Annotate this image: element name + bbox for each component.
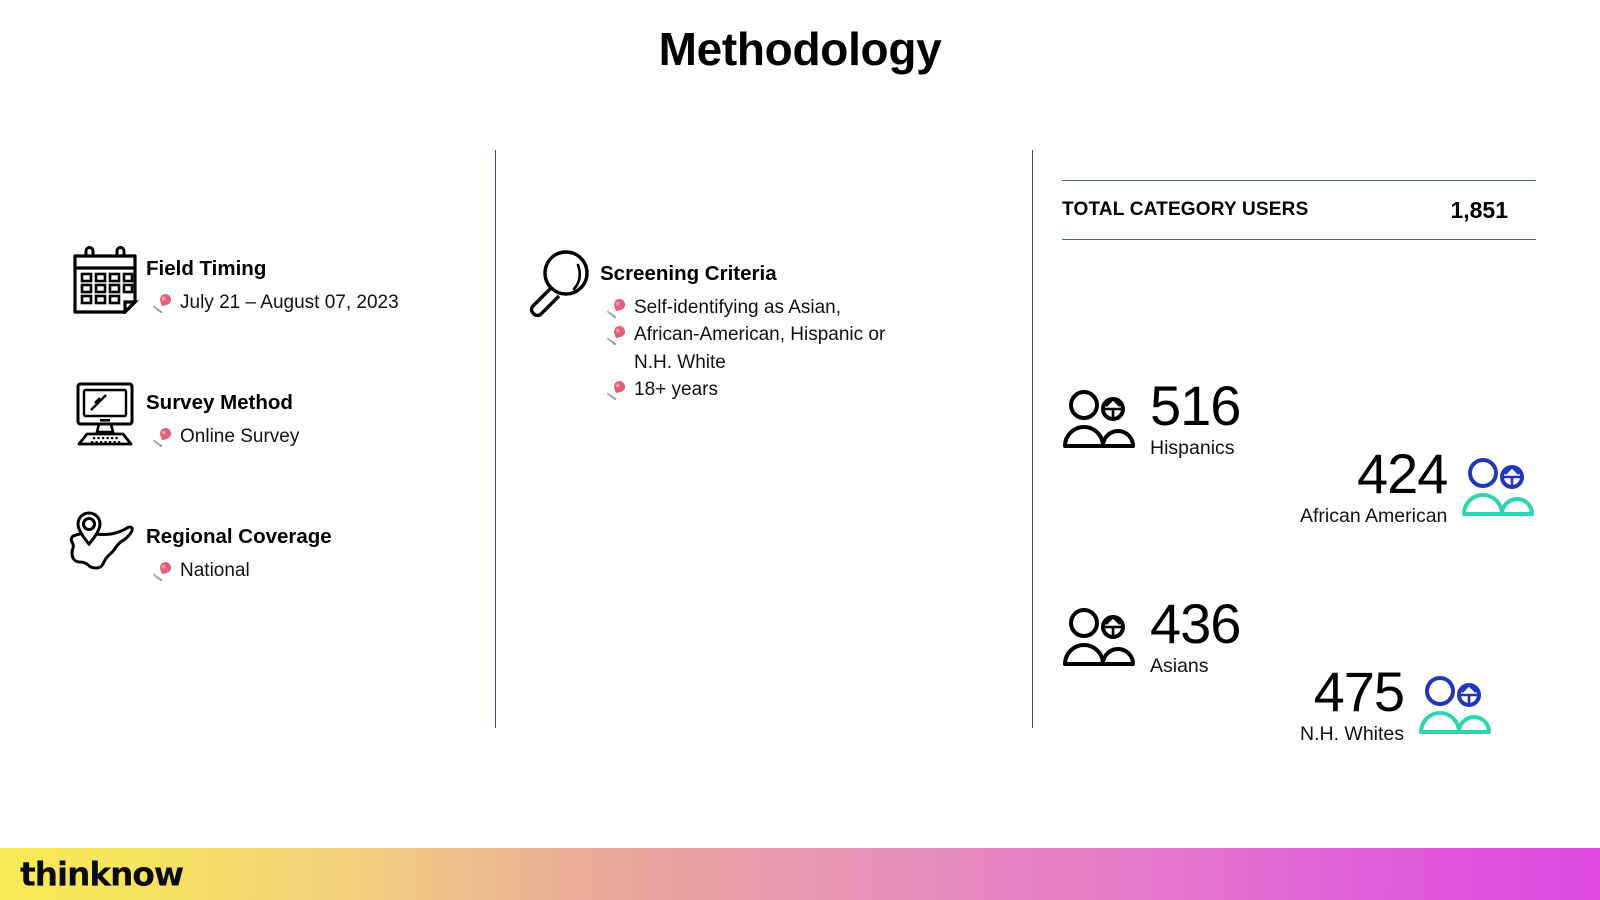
desktop-computer-icon [64, 374, 146, 448]
stat-value: 424 [1356, 442, 1448, 505]
bullet-text: Self-identifying as Asian, [634, 296, 842, 318]
feature-regional-coverage: Regional Coverage National [64, 508, 484, 584]
stat-african-american: 424 African American [1300, 446, 1539, 528]
feature-survey-method: Survey Method Online Survey [64, 374, 484, 450]
feature-body: Survey Method Online Survey [146, 374, 299, 450]
pushpin-icon [600, 376, 634, 404]
people-icon-colored [1461, 446, 1539, 523]
bullet-item-continuation: N.H. White [600, 349, 885, 377]
pushpin-icon [146, 423, 180, 451]
bullet-item: National [146, 557, 332, 585]
thinknow-logo: thinknow [20, 854, 184, 894]
bullet-text: National [180, 559, 250, 581]
calendar-icon [64, 240, 146, 314]
feature-screening-criteria: Screening Criteria Self-identifying as A… [518, 245, 978, 404]
usa-map-pin-icon [64, 508, 146, 578]
people-icon [1062, 596, 1140, 673]
stat-value: 475 [1313, 660, 1405, 723]
slide-methodology: Methodology Field Timing July 21 – Augus… [0, 0, 1600, 900]
column-divider-left [495, 150, 496, 728]
feature-body: Screening Criteria Self-identifying as A… [600, 245, 885, 404]
pushpin-icon [600, 321, 634, 349]
bullet-text: African-American, Hispanic or [634, 324, 886, 346]
stat-body: 436 Asians [1140, 592, 1241, 678]
stat-label: N.H. Whites [1300, 723, 1405, 745]
stat-value: 516 [1150, 374, 1241, 437]
bullet-text: Online Survey [180, 425, 300, 447]
column-divider-right [1032, 150, 1033, 728]
feature-heading: Survey Method [146, 391, 293, 415]
stat-body: 424 African American [1300, 446, 1461, 528]
left-column: Field Timing July 21 – August 07, 2023 S… [64, 240, 484, 642]
stat-asians: 436 Asians [1062, 592, 1241, 678]
middle-column: Screening Criteria Self-identifying as A… [518, 245, 978, 462]
feature-heading: Screening Criteria [600, 262, 777, 285]
footer-gradient-bar: thinknow [0, 848, 1600, 900]
people-icon [1062, 378, 1140, 455]
feature-heading: Regional Coverage [146, 525, 332, 549]
bullet-item: Self-identifying as Asian, [600, 294, 885, 322]
bullet-text: N.H. White [634, 351, 726, 373]
bullet-text: July 21 – August 07, 2023 [180, 291, 399, 313]
stat-body: 475 N.H. Whites [1300, 664, 1418, 746]
stat-value: 436 [1150, 592, 1241, 655]
pushpin-icon [146, 557, 180, 585]
people-icon-colored [1418, 664, 1496, 741]
stat-label: Asians [1150, 655, 1209, 677]
page-title: Methodology [658, 23, 942, 75]
feature-field-timing: Field Timing July 21 – August 07, 2023 [64, 240, 484, 316]
bullet-item: July 21 – August 07, 2023 [146, 289, 399, 317]
bullet-text: 18+ years [634, 379, 718, 401]
feature-body: Regional Coverage National [146, 508, 332, 584]
right-column: TOTAL CATEGORY USERS 1,851 516 Hispanics… [1062, 180, 1562, 745]
stat-label: Hispanics [1150, 437, 1235, 459]
magnifying-glass-icon [518, 245, 600, 319]
feature-body: Field Timing July 21 – August 07, 2023 [146, 240, 399, 316]
total-rule-bottom [1062, 239, 1536, 240]
bullet-item: 18+ years [600, 376, 885, 404]
stat-body: 516 Hispanics [1140, 374, 1241, 460]
total-label: TOTAL CATEGORY USERS [1062, 199, 1309, 220]
status-badge: 1,851 [1450, 196, 1508, 223]
stat-hispanics: 516 Hispanics [1062, 374, 1241, 460]
stat-nh-whites: 475 N.H. Whites [1300, 664, 1496, 746]
pushpin-icon [600, 294, 634, 322]
pushpin-icon [146, 289, 180, 317]
total-category-users-row: TOTAL CATEGORY USERS 1,851 [1062, 181, 1536, 239]
bullet-spacer [600, 349, 634, 377]
bullet-item: African-American, Hispanic or [600, 321, 885, 349]
stats-group: 516 Hispanics 424 African American 436 A… [1062, 268, 1562, 745]
feature-heading: Field Timing [146, 257, 267, 280]
bullet-item: Online Survey [146, 423, 299, 451]
stat-label: African American [1300, 505, 1448, 527]
